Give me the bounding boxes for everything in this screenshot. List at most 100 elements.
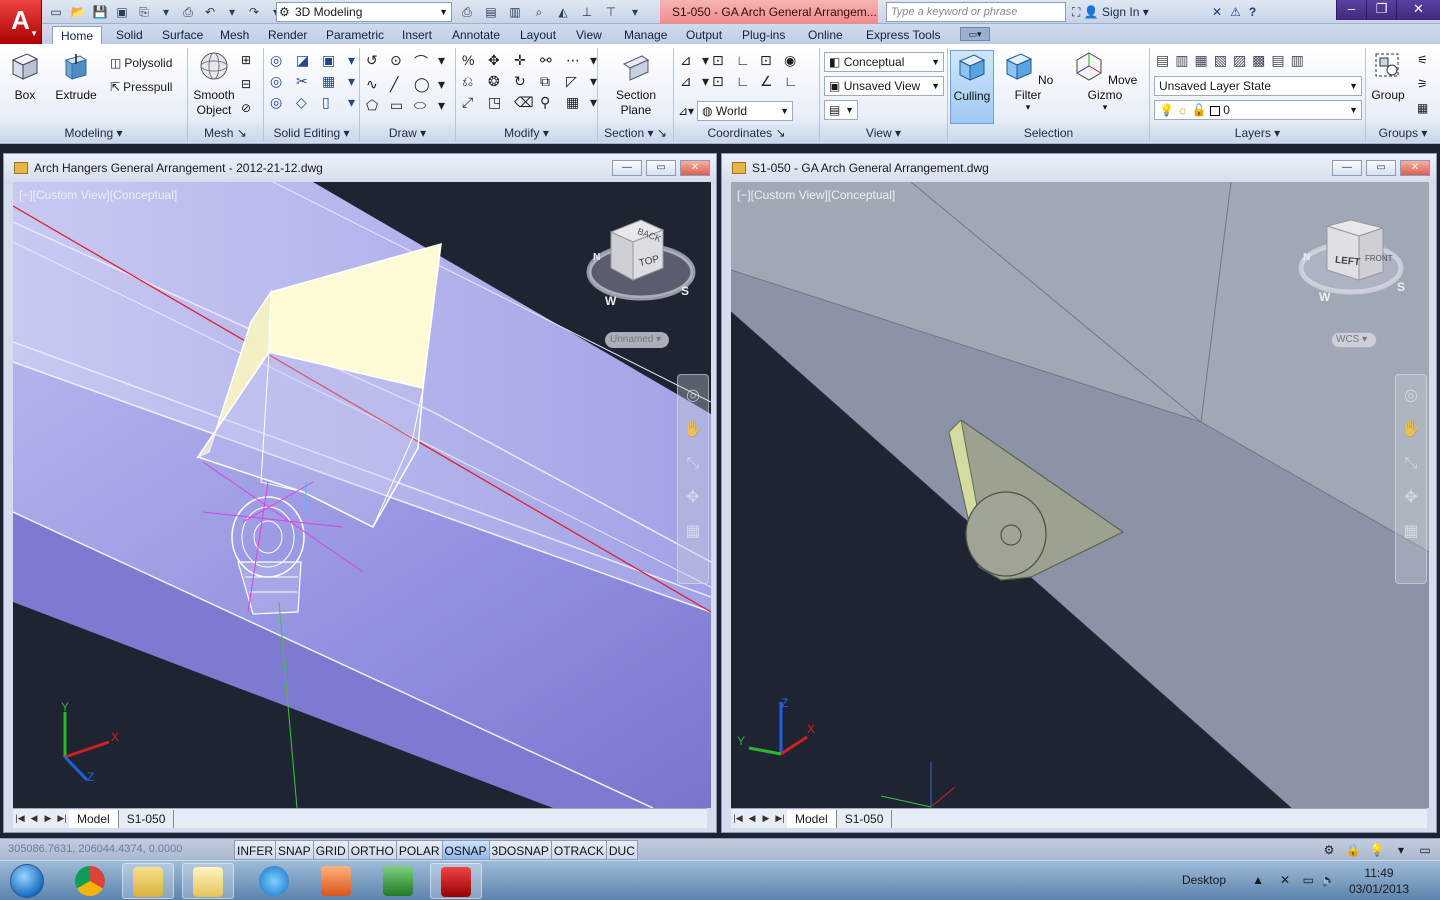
publish-icon[interactable]: ⎘ [134,3,154,21]
extrude-button[interactable]: Extrude [52,50,100,103]
stretch-icon[interactable]: ⤢ [462,94,488,111]
toggle-osnap[interactable]: OSNAP [441,840,490,860]
showmotion-icon[interactable]: ▦ [1398,519,1424,545]
presspull-button[interactable]: ⇱ Presspull [110,76,172,98]
workspace-switch-icon[interactable]: ⚙ [1320,841,1338,859]
next-tab-icon[interactable]: ▶ [41,813,55,824]
group-edit-icon[interactable]: ⚞ [1416,76,1436,96]
no-filter-button[interactable]: No Filter ▾ [1002,50,1054,112]
rotate-icon[interactable]: ↻ [514,73,540,90]
tab-render[interactable]: Render [260,26,315,44]
clean-screen-icon[interactable]: ▭ [1416,841,1434,859]
spline-icon[interactable]: ∿ [366,76,390,93]
tab-annotate[interactable]: Annotate [444,26,508,44]
ucs-3point-icon[interactable]: ⊿ [680,73,702,90]
orbit-icon[interactable]: ✥ [1398,485,1424,511]
ucs-combo[interactable]: ◍ World ▼ [697,101,794,121]
layer-properties-icon[interactable]: ▤ [1156,52,1169,69]
tab-express-tools[interactable]: Express Tools [858,26,948,44]
layer-off-icon[interactable]: ▨ [1233,52,1246,69]
network-icon[interactable]: ✕ [1280,873,1290,887]
scale-icon[interactable]: ◳ [488,94,514,111]
status-menu-icon[interactable]: ▾ [1392,841,1410,859]
subtract-icon[interactable]: ◎ [270,73,296,90]
tab-manage[interactable]: Manage [616,26,675,44]
left-drawing-window[interactable]: Arch Hangers General Arrangement - 2012-… [3,153,717,833]
chevron-down-icon[interactable]: ▾ [348,73,360,90]
save-as-icon[interactable]: ▣ [112,3,132,21]
mesh-panel-title[interactable]: Mesh ↘ [188,124,263,142]
ungroup-icon[interactable]: ⚟ [1416,52,1436,72]
exchange-icon[interactable]: ✕ [1212,2,1222,22]
intersect-icon[interactable]: ◎ [270,94,296,111]
section-plane-button[interactable]: Section Plane [606,50,666,118]
viewport-config-combo[interactable]: ▤ ▼ [824,100,858,120]
dropdown-icon[interactable]: ▾ [156,3,176,21]
union-icon[interactable]: ◎ [270,52,296,69]
slice-icon[interactable]: ◪ [296,52,322,69]
tab-surface[interactable]: Surface [154,26,211,44]
system-clock[interactable]: 11:49 03/01/2013 [1344,865,1414,897]
right-minimize-button[interactable]: — [1332,160,1362,176]
right-drawing-window[interactable]: S1-050 - GA Arch General Arrangement.dwg… [721,153,1437,833]
ucs-zaxis-icon[interactable]: ∟ [784,73,808,90]
coordinates-panel-title[interactable]: Coordinates ↘ [674,124,819,142]
layer-state-combo[interactable]: Unsaved Layer State ▼ [1154,76,1362,96]
layer-walk-icon[interactable]: ▦ [1194,52,1207,69]
3d-rotate-icon[interactable]: ✥ [488,52,514,69]
visual-style-combo[interactable]: ◧ Conceptual ▼ [824,52,944,72]
tab-plug-ins[interactable]: Plug-ins [734,26,793,44]
ucs-view-icon[interactable]: ⊡ [712,73,736,90]
arc-icon[interactable]: ⌒ [414,52,438,72]
box-button[interactable]: Box [6,50,44,103]
volume-icon[interactable]: 🔈 [1321,873,1336,887]
toggle-otrack[interactable]: OTRACK [550,840,607,860]
left-viewport-label[interactable]: [−][Custom View][Conceptual] [19,188,177,202]
steering-wheel-icon[interactable]: ◎ [680,383,706,409]
viewcube-left-face[interactable] [1326,225,1360,281]
taskbar-excel[interactable] [372,863,424,899]
layer-states-icon[interactable]: ▥ [1175,52,1188,69]
culling-button[interactable]: Culling [950,50,994,124]
chevron-down-icon[interactable]: ▾ [702,73,712,90]
erase-icon[interactable]: ⌫ [514,94,540,111]
taskbar-chrome[interactable] [64,863,116,899]
taskbar-powerpoint[interactable] [310,863,362,899]
lock-ui-icon[interactable]: 🔒 [1344,841,1362,859]
start-button[interactable] [2,862,52,900]
toggle-duc[interactable]: DUC [605,840,638,860]
zoom-icon[interactable]: ⌕ [528,3,550,21]
right-maximize-button[interactable]: ▭ [1366,160,1396,176]
tab-online[interactable]: Online [800,26,851,44]
orbit-icon[interactable]: ✥ [680,485,706,511]
qat-more-icon[interactable]: ▾ [624,3,646,21]
chevron-down-icon[interactable]: ▾ [348,52,360,69]
tab-output[interactable]: Output [678,26,730,44]
modeling-panel-title[interactable]: Modeling ▾ [0,124,187,142]
zoom-extents-icon[interactable]: ⤡ [680,451,706,477]
tab-home[interactable]: Home [52,26,103,44]
section-panel-title[interactable]: Section ▾ ↘ [598,124,673,142]
hatch-icon[interactable]: ⊙ [390,52,414,72]
render-icon[interactable]: ◭ [552,3,574,21]
layers-panel-title[interactable]: Layers ▾ [1150,124,1365,142]
3d-align-icon[interactable]: ❂ [488,73,514,90]
solid-editing-panel-title[interactable]: Solid Editing ▾ [264,124,359,142]
ucs-named-icon[interactable]: ◉ [784,52,808,69]
chamfer-icon[interactable]: ◸ [566,73,590,90]
chevron-down-icon[interactable]: ▾ [438,52,450,72]
mesh-refine-icon[interactable]: ⊞ [240,52,260,72]
circle-icon[interactable]: ◯ [414,76,438,93]
prev-tab-icon[interactable]: ◀ [27,813,41,824]
tab-insert[interactable]: Insert [394,26,440,44]
right-ucs-menu[interactable]: WCS ▾ [1331,332,1377,348]
toggle-3dosnap[interactable]: 3DOSNAP [488,840,552,860]
line-icon[interactable]: ↺ [366,52,390,72]
open-icon[interactable]: 📂 [68,3,88,21]
extrude-faces-icon[interactable]: ▦ [322,73,348,90]
ucs-y-icon[interactable]: ∟ [736,73,760,90]
layer-match-icon[interactable]: ▥ [1291,52,1304,69]
first-tab-icon[interactable]: |◀ [13,813,27,824]
interfere-icon[interactable]: ✂ [296,73,322,90]
pan-icon[interactable]: ✋ [680,417,706,443]
